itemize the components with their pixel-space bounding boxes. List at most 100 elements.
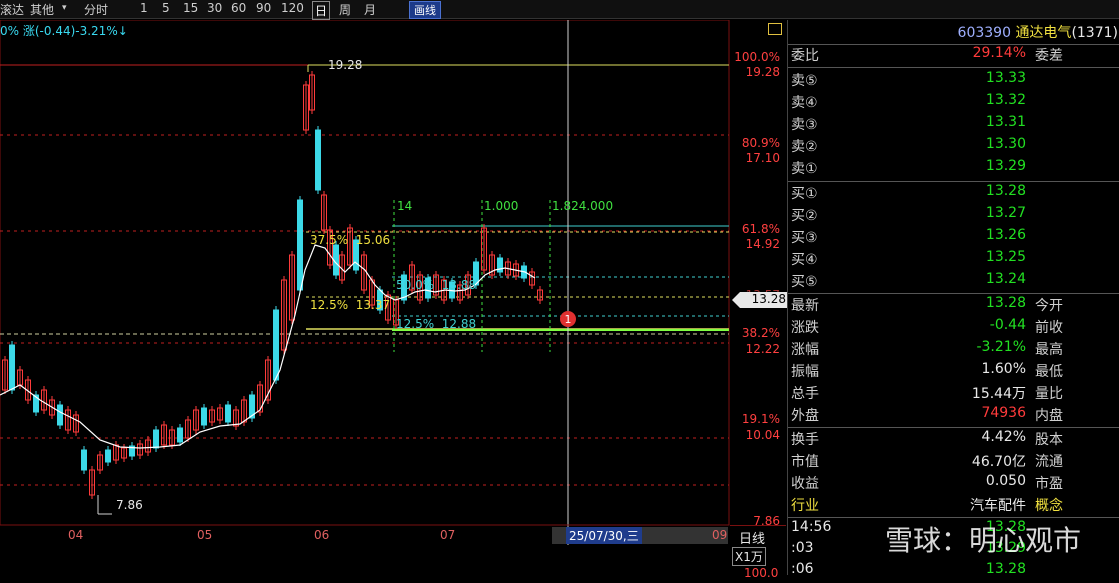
- weibi-row: 委比 29.14% 委差: [788, 45, 1119, 67]
- ask-row: 卖⑤ 13.33: [788, 70, 1119, 92]
- stat-label: 外盘: [791, 408, 819, 424]
- ask-row: 卖① 13.29: [788, 158, 1119, 180]
- scale-price-80: 17.10: [745, 151, 780, 165]
- candle-body: [153, 429, 159, 449]
- stat-label2: 量比: [1035, 386, 1063, 402]
- stat-value: -0.44: [989, 317, 1026, 333]
- scale-price-38: 12.22: [745, 342, 780, 356]
- period-90min[interactable]: 90: [256, 1, 271, 15]
- period-15min[interactable]: 15: [183, 1, 198, 15]
- period-intraday[interactable]: 分时: [84, 1, 108, 18]
- stat-value: 13.28: [985, 295, 1026, 311]
- stat-row: 外盘 74936 内盘: [788, 405, 1119, 427]
- period-60min[interactable]: 60: [231, 1, 246, 15]
- stat-label2: 内盘: [1035, 408, 1063, 424]
- scale-pct-100: 100.0%: [734, 50, 780, 64]
- stat-label: 振幅: [791, 364, 819, 380]
- period-5min[interactable]: 5: [162, 1, 170, 15]
- bid-price: 13.24: [985, 271, 1026, 287]
- ask-price: 13.32: [985, 92, 1026, 108]
- period-weekly[interactable]: 周: [339, 1, 351, 18]
- bid-row: 买④ 13.25: [788, 249, 1119, 271]
- stat-value: 15.44万: [971, 386, 1026, 402]
- scale-pct-19: 19.1%: [741, 412, 780, 426]
- ask-label: 卖④: [791, 95, 818, 111]
- info-label2: 股本: [1035, 432, 1063, 448]
- weibi-value: 29.14%: [972, 45, 1026, 61]
- bid-price: 13.26: [985, 227, 1026, 243]
- info-value: 0.050: [985, 473, 1026, 489]
- stat-label: 涨幅: [791, 342, 819, 358]
- stat-row: 涨跌 -0.44 前收: [788, 317, 1119, 339]
- candle-body: [297, 199, 303, 291]
- weicha-label: 委差: [1035, 48, 1063, 64]
- month-label-06: 06: [314, 528, 330, 542]
- info-value: 4.42%: [981, 429, 1026, 445]
- stat-value: -3.21%: [976, 339, 1026, 355]
- fib-label-1: 37.5% 15.06: [310, 233, 391, 247]
- tick-time: 14:56: [791, 519, 832, 535]
- fib-label-4: 12.5% 12.88: [396, 317, 477, 331]
- stat-label: 涨跌: [791, 320, 819, 336]
- info-label: 收益: [791, 476, 819, 492]
- info-label2: 流通: [1035, 454, 1063, 470]
- month-label-04: 04: [68, 528, 84, 542]
- candle-body: [9, 344, 15, 391]
- period-daily[interactable]: 日: [312, 1, 331, 20]
- info-label2[interactable]: 概念: [1035, 495, 1063, 515]
- price-scale: 100.0% 19.28 80.9% 17.10 61.8% 14.92 13.…: [730, 20, 788, 580]
- stat-label2: 今开: [1035, 298, 1063, 314]
- bid-row: 买② 13.27: [788, 205, 1119, 227]
- period-monthly[interactable]: 月: [364, 1, 376, 18]
- ask-row: 卖③ 13.31: [788, 114, 1119, 136]
- ask-row: 卖② 13.30: [788, 136, 1119, 158]
- candle-body: [57, 404, 63, 426]
- stat-label2: 最低: [1035, 364, 1063, 380]
- info-value: 46.70亿: [971, 454, 1026, 470]
- bid-row: 买① 13.28: [788, 183, 1119, 205]
- alert-marker-label: 1: [565, 313, 572, 326]
- stat-value: 74936: [981, 405, 1026, 421]
- chevron-down-icon[interactable]: ▾: [62, 3, 67, 13]
- info-label: 市值: [791, 454, 819, 470]
- bid-label: 买①: [791, 186, 818, 202]
- stat-label2: 前收: [1035, 320, 1063, 336]
- info-row: 行业 汽车配件 概念: [788, 495, 1119, 517]
- scale-pct-61: 61.8%: [741, 222, 780, 236]
- other-menu[interactable]: 其他: [30, 1, 54, 18]
- stat-value: 1.60%: [981, 361, 1026, 377]
- info-label: 行业: [791, 498, 819, 514]
- info-value[interactable]: 汽车配件: [970, 495, 1026, 515]
- period-30min[interactable]: 30: [207, 1, 222, 15]
- stat-row: 总手 15.44万 量比: [788, 383, 1119, 405]
- month-label-09: 09: [712, 528, 728, 542]
- period-1min[interactable]: 1: [140, 1, 148, 15]
- ask-label: 卖③: [791, 117, 818, 133]
- candle-body: [105, 449, 111, 463]
- expand-icon[interactable]: [768, 23, 782, 35]
- period-120min[interactable]: 120: [281, 1, 304, 15]
- bid-price: 13.27: [985, 205, 1026, 221]
- candle-body: [177, 427, 183, 443]
- draw-line-button[interactable]: 画线: [409, 1, 441, 19]
- volume-unit[interactable]: X1万: [732, 547, 766, 566]
- ask-row: 卖④ 13.32: [788, 92, 1119, 114]
- stat-row: 最新 13.28 今开: [788, 295, 1119, 317]
- scale-price-19: 10.04: [745, 428, 780, 442]
- crosshair-date: 25/07/30,三: [566, 527, 642, 544]
- candle-body: [273, 309, 279, 381]
- stock-rank: (1371): [1071, 25, 1118, 41]
- scale-pct-38: 38.2%: [741, 326, 780, 340]
- info-row: 市值 46.70亿 流通: [788, 451, 1119, 473]
- watermark: 雪球：明心观市: [884, 524, 1081, 557]
- stat-label2: 最高: [1035, 342, 1063, 358]
- stock-tab-stub[interactable]: 滚达: [0, 1, 24, 18]
- tick-time: :03: [791, 540, 814, 556]
- divider: [788, 517, 1119, 518]
- divider: [788, 427, 1119, 428]
- info-label2: 市盈: [1035, 476, 1063, 492]
- divider: [788, 181, 1119, 182]
- ask-price: 13.31: [985, 114, 1026, 130]
- ask-label: 卖①: [791, 161, 818, 177]
- moving-average-line: [0, 244, 536, 449]
